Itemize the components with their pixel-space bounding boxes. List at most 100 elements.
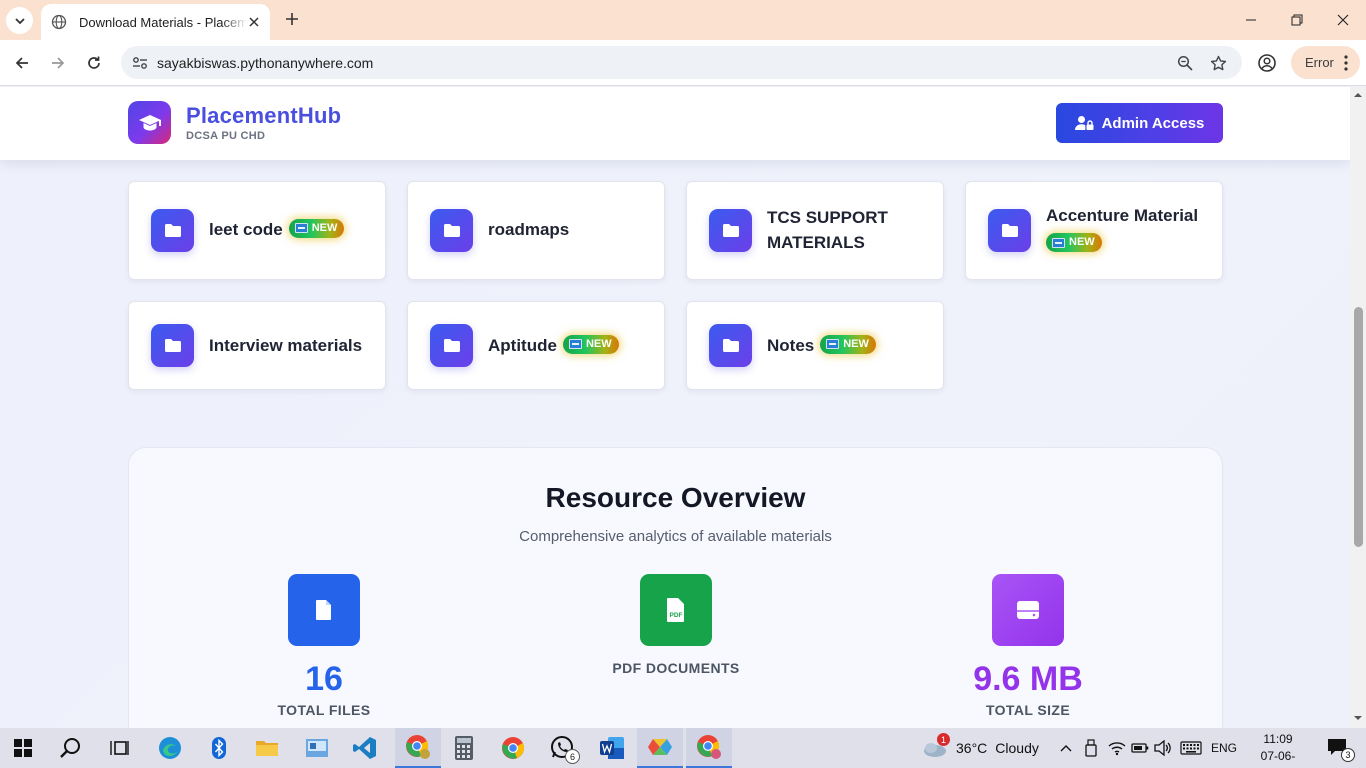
- folder-name: roadmaps: [488, 220, 570, 239]
- taskbar-file-explorer[interactable]: [244, 728, 290, 768]
- error-menu-button[interactable]: Error: [1291, 46, 1360, 79]
- weather-text: Cloudy: [995, 740, 1039, 756]
- profile-icon[interactable]: [1255, 51, 1279, 75]
- taskbar-edge[interactable]: [147, 728, 193, 768]
- folder-card-interview-materials[interactable]: Interview materials: [128, 301, 386, 390]
- bookmark-star-icon[interactable]: [1208, 53, 1228, 73]
- new-badge: NEW: [562, 334, 619, 354]
- stat-value: 9.6 MB: [973, 660, 1083, 698]
- tab-search-button[interactable]: [6, 7, 33, 34]
- browser-tab-active[interactable]: Download Materials - PlacementHub: [41, 4, 270, 40]
- new-tab-button[interactable]: [281, 8, 303, 30]
- folder-icon: [988, 209, 1031, 252]
- resource-overview-panel: Resource Overview Comprehensive analytic…: [128, 447, 1223, 728]
- folder-card-roadmaps[interactable]: roadmaps: [407, 181, 665, 280]
- user-lock-icon: [1074, 116, 1094, 130]
- bluetooth-icon: [212, 737, 226, 759]
- tab-title: Download Materials - PlacementHub: [79, 14, 247, 30]
- logo[interactable]: [128, 101, 171, 144]
- volume-icon[interactable]: [1152, 728, 1174, 768]
- taskbar: 6 1 36°C Cloudy ENG 11:09 07-06-2025: [0, 728, 1366, 768]
- admin-access-button[interactable]: Admin Access: [1056, 103, 1223, 143]
- graduation-cap-icon: [138, 114, 161, 130]
- overview-title: Resource Overview: [545, 482, 806, 513]
- zoom-icon[interactable]: [1175, 53, 1195, 73]
- new-badge: NEW: [1046, 233, 1102, 252]
- folder-card-leet-code[interactable]: leet code NEW: [128, 181, 386, 280]
- usb-icon[interactable]: [1081, 728, 1101, 768]
- folder-name: TCS SUPPORT MATERIALS: [767, 208, 888, 252]
- folder-icon: [430, 209, 473, 252]
- task-view-icon: [110, 741, 129, 755]
- folder-name: Aptitude: [488, 336, 557, 355]
- pdf-file-icon: PDF: [640, 574, 712, 646]
- new-icon: [294, 223, 308, 233]
- restore-icon: [1291, 14, 1303, 26]
- weather-alert-badge: 1: [937, 733, 950, 746]
- taskbar-app-diamond[interactable]: [637, 728, 683, 768]
- restore-button[interactable]: [1274, 0, 1320, 40]
- search-icon: [60, 738, 80, 758]
- taskbar-calculator[interactable]: [441, 728, 487, 768]
- calculator-icon: [455, 736, 473, 760]
- diamond-app-icon: [648, 739, 672, 755]
- taskbar-word[interactable]: [589, 728, 635, 768]
- page-scrollbar[interactable]: [1350, 87, 1366, 728]
- weather-temp: 36°C: [956, 740, 988, 756]
- taskbar-bluetooth[interactable]: [196, 728, 242, 768]
- windows-logo-icon: [14, 739, 32, 757]
- folder-name: leet code: [209, 220, 283, 239]
- close-window-button[interactable]: [1320, 0, 1366, 40]
- wifi-icon[interactable]: [1106, 728, 1128, 768]
- taskbar-chrome[interactable]: [490, 728, 536, 768]
- folder-card-tcs-support-materials[interactable]: TCS SUPPORT MATERIALS: [686, 181, 944, 280]
- stat-pdf-documents: PDF PDF DOCUMENTS: [576, 574, 776, 676]
- show-hidden-icons-button[interactable]: [1057, 728, 1075, 768]
- stat-total-files: 16 TOTAL FILES: [224, 574, 424, 718]
- address-bar[interactable]: sayakbiswas.pythonanywhere.com: [121, 46, 1242, 79]
- chevron-down-icon: [14, 17, 25, 24]
- folder-card-accenture-material[interactable]: Accenture Material NEW: [965, 181, 1223, 280]
- close-icon: [1337, 14, 1349, 26]
- folder-name: Accenture Material: [1046, 206, 1199, 225]
- taskbar-chrome-profile-2[interactable]: [686, 728, 732, 768]
- weather-widget[interactable]: 1 36°C Cloudy: [920, 728, 1039, 768]
- new-badge: NEW: [820, 334, 876, 354]
- scroll-down-icon: [1354, 716, 1362, 720]
- folder-icon: [430, 324, 473, 367]
- minimize-button[interactable]: [1228, 0, 1274, 40]
- more-vertical-icon: [1344, 55, 1348, 71]
- svg-text:PDF: PDF: [670, 612, 683, 619]
- reload-button[interactable]: [80, 49, 108, 77]
- task-view-button[interactable]: [96, 728, 142, 768]
- scrollbar-thumb[interactable]: [1354, 307, 1363, 547]
- minimize-icon: [1246, 19, 1256, 21]
- back-button[interactable]: [8, 49, 36, 77]
- browser-toolbar: sayakbiswas.pythonanywhere.com Error: [0, 40, 1366, 86]
- reload-icon: [88, 56, 100, 69]
- close-tab-icon[interactable]: [246, 14, 262, 30]
- plus-icon: [286, 13, 298, 25]
- taskbar-control-panel[interactable]: [294, 728, 340, 768]
- folder-card-notes[interactable]: Notes NEW: [686, 301, 944, 390]
- keyboard-icon[interactable]: [1178, 728, 1204, 768]
- input-language[interactable]: ENG: [1208, 728, 1240, 768]
- site-info-icon[interactable]: [129, 52, 150, 73]
- taskbar-whatsapp[interactable]: 6: [540, 728, 586, 768]
- folder-icon: [151, 209, 194, 252]
- taskbar-clock[interactable]: 11:09 07-06-2025: [1248, 731, 1308, 768]
- forward-button[interactable]: [44, 49, 72, 77]
- start-button[interactable]: [0, 728, 46, 768]
- word-icon: [600, 737, 624, 759]
- folder-card-aptitude[interactable]: Aptitude NEW: [407, 301, 665, 390]
- brand-name[interactable]: PlacementHub: [186, 103, 341, 129]
- search-button[interactable]: [48, 728, 94, 768]
- battery-icon[interactable]: [1129, 728, 1151, 768]
- taskbar-chrome-profile-1[interactable]: [395, 728, 441, 768]
- notification-center-button[interactable]: 3: [1318, 728, 1358, 768]
- taskbar-vscode[interactable]: [342, 728, 388, 768]
- overview-subtitle: Comprehensive analytics of available mat…: [519, 528, 832, 545]
- brand-subtitle: DCSA PU CHD: [186, 130, 266, 142]
- page-viewport: PlacementHub DCSA PU CHD Admin Access le…: [0, 87, 1350, 728]
- folder-icon: [709, 209, 752, 252]
